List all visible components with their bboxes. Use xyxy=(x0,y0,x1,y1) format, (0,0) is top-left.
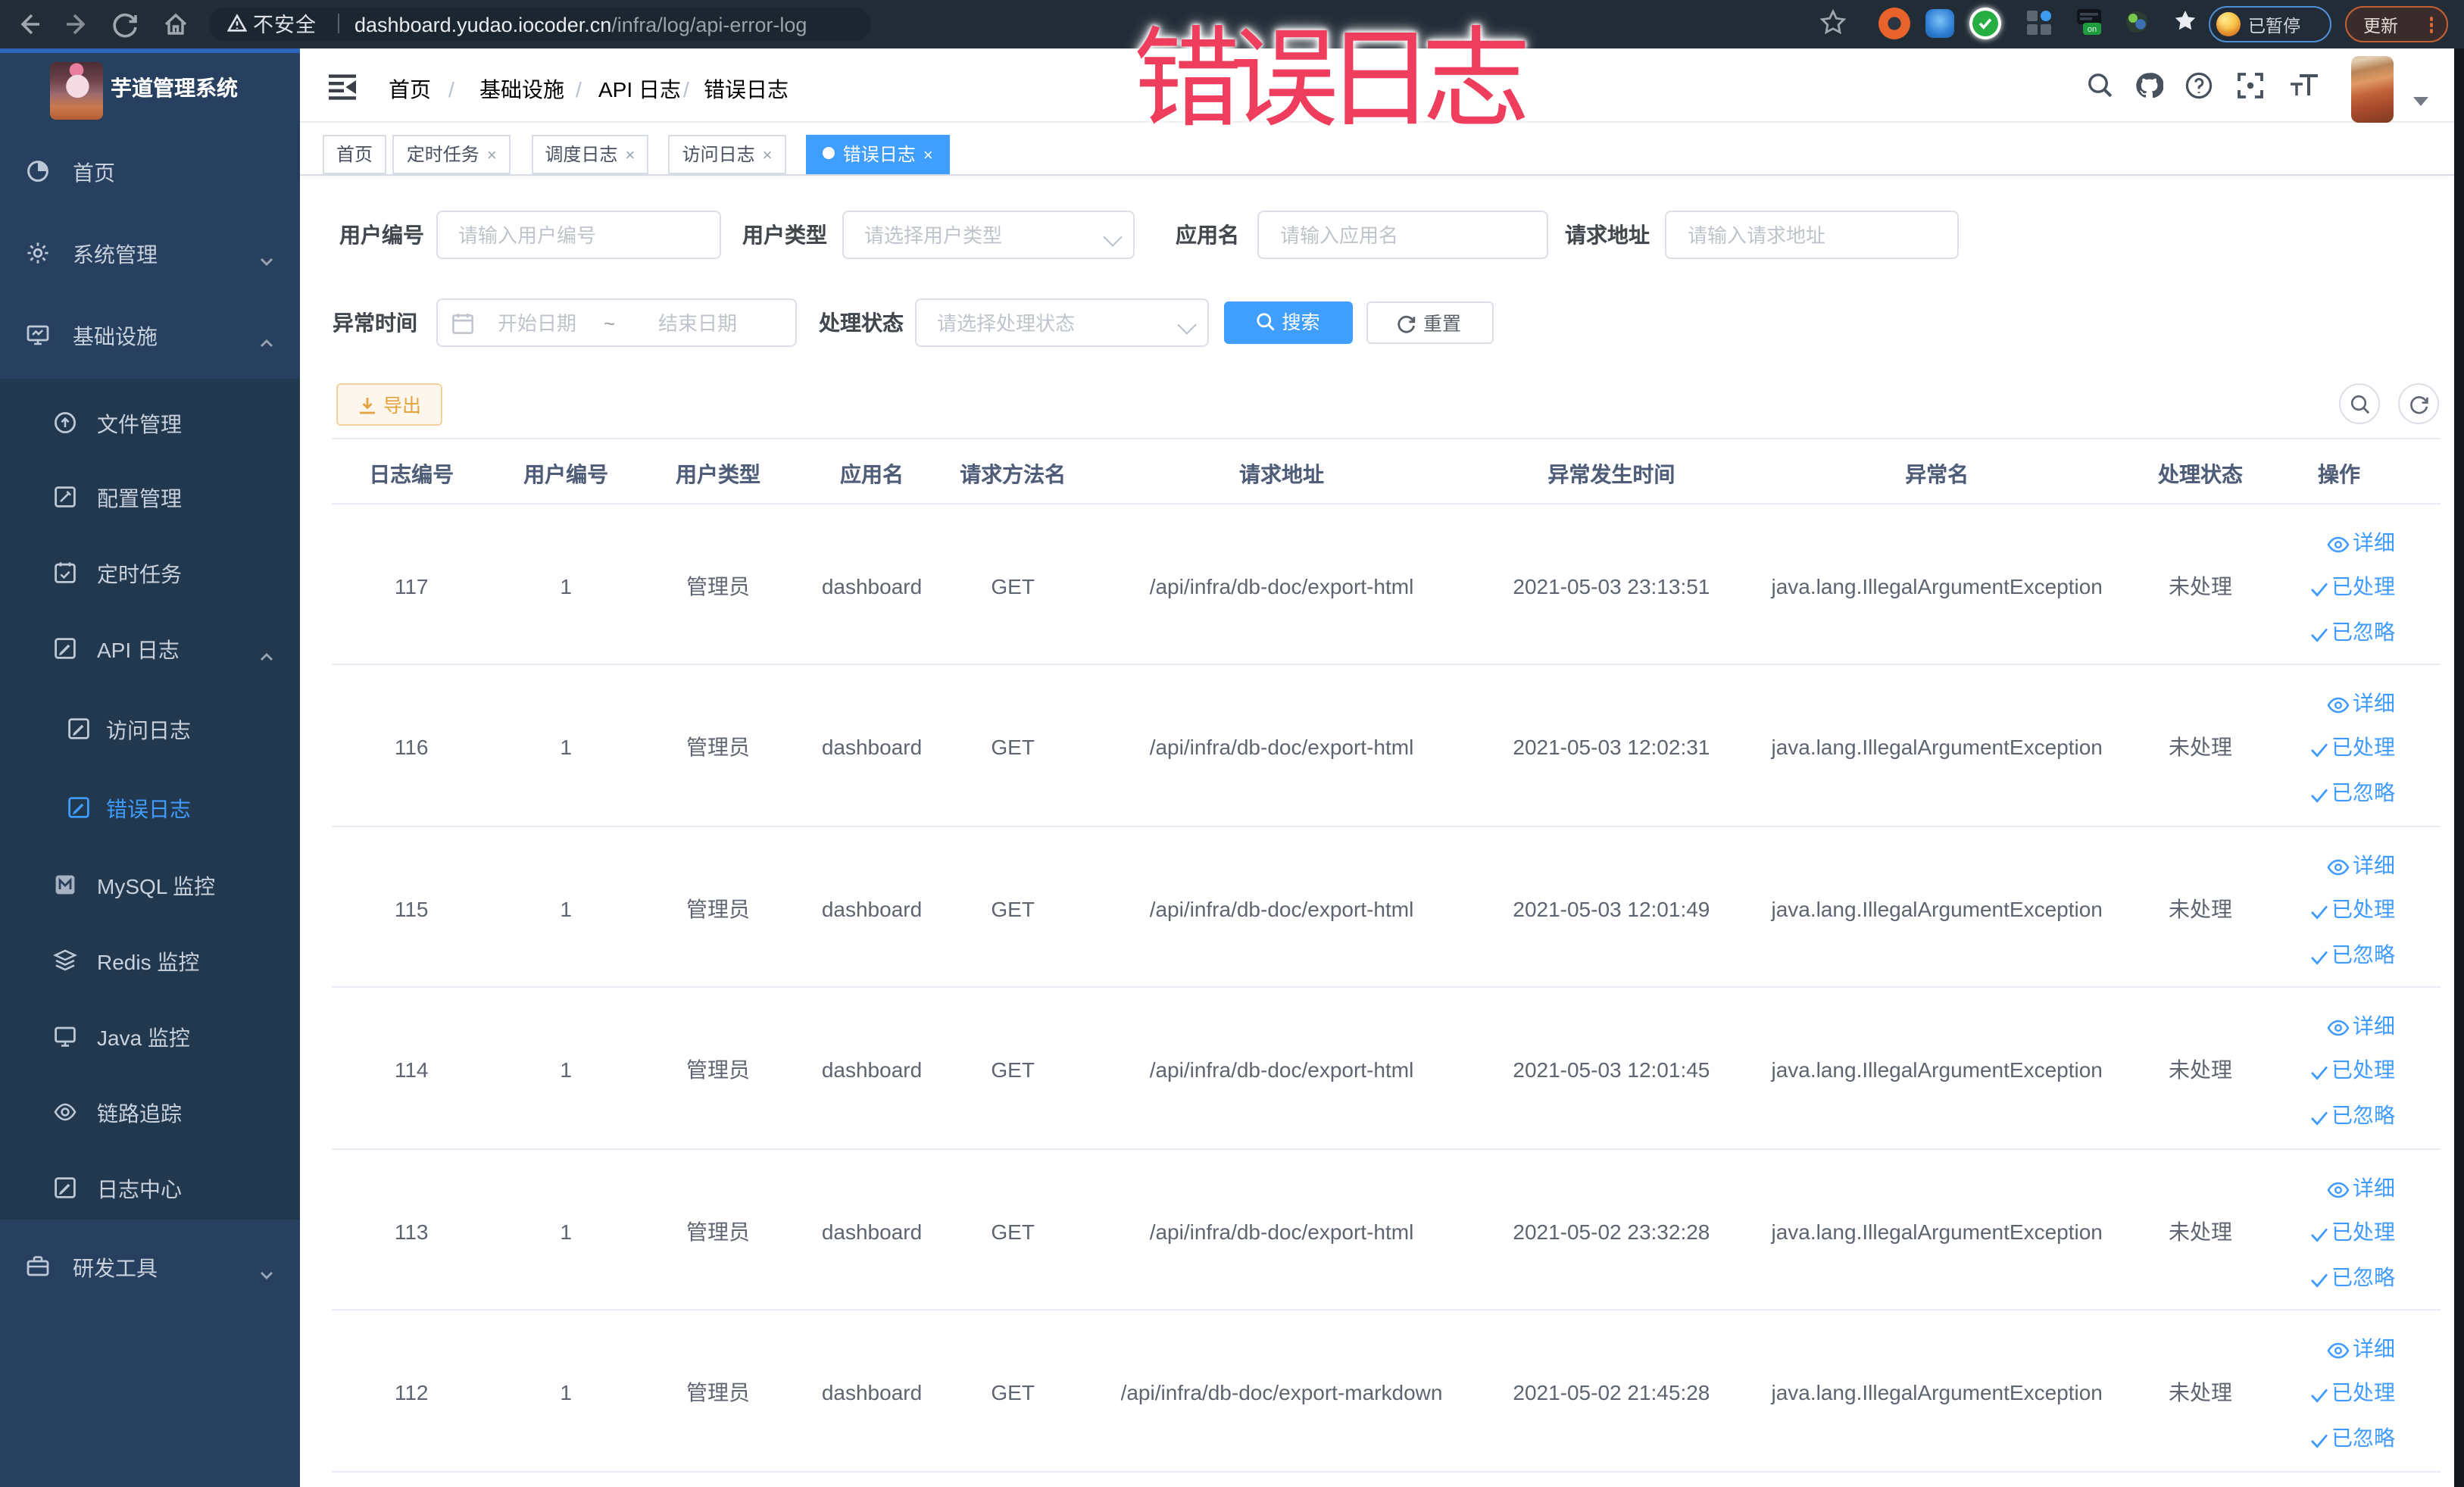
svg-text:on: on xyxy=(2088,25,2097,34)
